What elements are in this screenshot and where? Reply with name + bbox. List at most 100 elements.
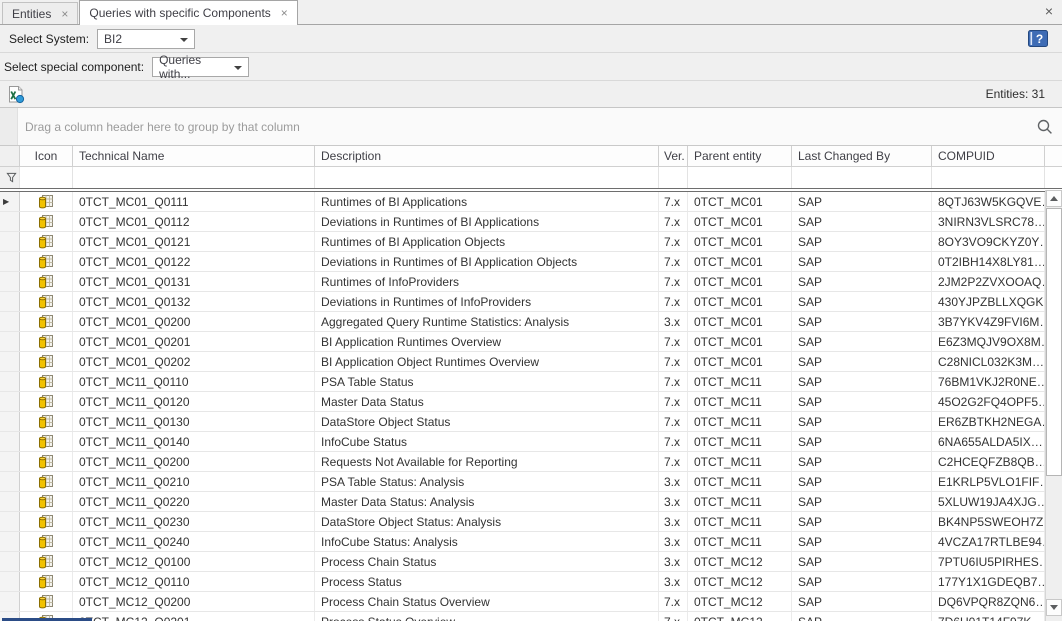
export-excel-button[interactable]: [5, 85, 25, 104]
cell-description[interactable]: BI Application Runtimes Overview: [315, 332, 659, 351]
cell-parent-entity[interactable]: 0TCT_MC11: [688, 372, 792, 391]
table-row[interactable]: ▶ 0TCT_MC11_Q0240 InfoCube Status: Analy…: [0, 532, 1062, 552]
cell-description[interactable]: Deviations in Runtimes of BI Application…: [315, 252, 659, 271]
row-indicator-cell[interactable]: ▶: [0, 492, 20, 511]
row-indicator-cell[interactable]: ▶: [0, 592, 20, 611]
cell-parent-entity[interactable]: 0TCT_MC11: [688, 492, 792, 511]
cell-technical-name[interactable]: 0TCT_MC01_Q0201: [73, 332, 315, 351]
cell-compuid[interactable]: C28NICL032K3M…: [932, 352, 1045, 371]
cell-version[interactable]: 7.x: [659, 452, 688, 471]
row-indicator-cell[interactable]: ▶: [0, 412, 20, 431]
cell-parent-entity[interactable]: 0TCT_MC01: [688, 192, 792, 211]
cell-technical-name[interactable]: 0TCT_MC12_Q0100: [73, 552, 315, 571]
cell-parent-entity[interactable]: 0TCT_MC11: [688, 432, 792, 451]
cell-technical-name[interactable]: 0TCT_MC01_Q0202: [73, 352, 315, 371]
row-indicator-cell[interactable]: ▶: [0, 292, 20, 311]
cell-technical-name[interactable]: 0TCT_MC11_Q0110: [73, 372, 315, 391]
query-icon-cell[interactable]: [20, 212, 73, 231]
table-row[interactable]: ▶ 0TCT_MC01_Q0132 Deviations in Runtimes…: [0, 292, 1062, 312]
cell-technical-name[interactable]: 0TCT_MC12_Q0201: [73, 612, 315, 621]
cell-technical-name[interactable]: 0TCT_MC01_Q0111: [73, 192, 315, 211]
cell-technical-name[interactable]: 0TCT_MC12_Q0200: [73, 592, 315, 611]
query-icon-cell[interactable]: [20, 192, 73, 211]
row-indicator-cell[interactable]: ▶: [0, 272, 20, 291]
row-indicator-cell[interactable]: ▶: [0, 512, 20, 531]
cell-technical-name[interactable]: 0TCT_MC01_Q0121: [73, 232, 315, 251]
cell-last-changed-by[interactable]: SAP: [792, 252, 932, 271]
column-header-ver[interactable]: Ver.: [659, 146, 688, 166]
cell-compuid[interactable]: C2HCEQFZB8QB…: [932, 452, 1045, 471]
table-row[interactable]: ▶ 0TCT_MC11_Q0220 Master Data Status: An…: [0, 492, 1062, 512]
query-icon-cell[interactable]: [20, 372, 73, 391]
table-row[interactable]: ▶ 0TCT_MC12_Q0100 Process Chain Status 3…: [0, 552, 1062, 572]
cell-description[interactable]: Deviations in Runtimes of InfoProviders: [315, 292, 659, 311]
cell-version[interactable]: 7.x: [659, 392, 688, 411]
query-icon-cell[interactable]: [20, 332, 73, 351]
column-header-icon[interactable]: Icon: [20, 146, 73, 166]
query-icon-cell[interactable]: [20, 432, 73, 451]
cell-description[interactable]: Aggregated Query Runtime Statistics: Ana…: [315, 312, 659, 331]
filter-cell-version[interactable]: [659, 167, 688, 188]
table-row[interactable]: ▶ 0TCT_MC11_Q0140 InfoCube Status 7.x 0T…: [0, 432, 1062, 452]
cell-version[interactable]: 7.x: [659, 412, 688, 431]
cell-compuid[interactable]: DQ6VPQR8ZQN6…: [932, 592, 1045, 611]
cell-last-changed-by[interactable]: SAP: [792, 572, 932, 591]
cell-description[interactable]: InfoCube Status: Analysis: [315, 532, 659, 551]
cell-technical-name[interactable]: 0TCT_MC11_Q0220: [73, 492, 315, 511]
cell-parent-entity[interactable]: 0TCT_MC11: [688, 392, 792, 411]
cell-parent-entity[interactable]: 0TCT_MC01: [688, 272, 792, 291]
cell-parent-entity[interactable]: 0TCT_MC01: [688, 252, 792, 271]
cell-parent-entity[interactable]: 0TCT_MC12: [688, 552, 792, 571]
cell-parent-entity[interactable]: 0TCT_MC12: [688, 612, 792, 621]
table-row[interactable]: ▶ 0TCT_MC11_Q0130 DataStore Object Statu…: [0, 412, 1062, 432]
component-combobox[interactable]: Queries with...: [152, 57, 249, 77]
cell-description[interactable]: Runtimes of InfoProviders: [315, 272, 659, 291]
cell-version[interactable]: 3.x: [659, 532, 688, 551]
row-indicator-cell[interactable]: ▶: [0, 552, 20, 571]
tab-queries-with-specific-components[interactable]: Queries with specific Components ×: [79, 0, 297, 25]
cell-last-changed-by[interactable]: SAP: [792, 432, 932, 451]
cell-version[interactable]: 7.x: [659, 592, 688, 611]
cell-last-changed-by[interactable]: SAP: [792, 192, 932, 211]
cell-compuid[interactable]: 8OY3VO9CKYZ0Y…: [932, 232, 1045, 251]
row-indicator-cell[interactable]: ▶: [0, 452, 20, 471]
table-row[interactable]: ▶ 0TCT_MC12_Q0200 Process Chain Status O…: [0, 592, 1062, 612]
cell-compuid[interactable]: 45O2G2FQ4OPF5…: [932, 392, 1045, 411]
cell-last-changed-by[interactable]: SAP: [792, 352, 932, 371]
row-indicator-cell[interactable]: ▶: [0, 532, 20, 551]
cell-technical-name[interactable]: 0TCT_MC01_Q0132: [73, 292, 315, 311]
cell-technical-name[interactable]: 0TCT_MC11_Q0240: [73, 532, 315, 551]
table-row[interactable]: ▶ 0TCT_MC01_Q0131 Runtimes of InfoProvid…: [0, 272, 1062, 292]
cell-description[interactable]: Requests Not Available for Reporting: [315, 452, 659, 471]
table-row[interactable]: ▶ 0TCT_MC01_Q0112 Deviations in Runtimes…: [0, 212, 1062, 232]
cell-version[interactable]: 7.x: [659, 252, 688, 271]
cell-compuid[interactable]: 0T2IBH14X8LY81…: [932, 252, 1045, 271]
row-indicator-cell[interactable]: ▶: [0, 472, 20, 491]
tab-entities-close-icon[interactable]: ×: [61, 8, 68, 20]
cell-last-changed-by[interactable]: SAP: [792, 512, 932, 531]
cell-compuid[interactable]: 177Y1X1GDEQB7…: [932, 572, 1045, 591]
cell-technical-name[interactable]: 0TCT_MC01_Q0122: [73, 252, 315, 271]
cell-compuid[interactable]: E1KRLP5VLO1FIF…: [932, 472, 1045, 491]
cell-compuid[interactable]: ER6ZBTKH2NEGA…: [932, 412, 1045, 431]
column-header-compuid[interactable]: COMPUID: [932, 146, 1045, 166]
cell-version[interactable]: 7.x: [659, 432, 688, 451]
query-icon-cell[interactable]: [20, 452, 73, 471]
column-header-technical-name[interactable]: Technical Name: [73, 146, 315, 166]
filter-cell-last-changed-by[interactable]: [792, 167, 932, 188]
cell-parent-entity[interactable]: 0TCT_MC01: [688, 212, 792, 231]
row-indicator-cell[interactable]: ▶: [0, 252, 20, 271]
table-row[interactable]: ▶ 0TCT_MC01_Q0122 Deviations in Runtimes…: [0, 252, 1062, 272]
cell-last-changed-by[interactable]: SAP: [792, 532, 932, 551]
cell-parent-entity[interactable]: 0TCT_MC01: [688, 332, 792, 351]
filter-cell-description[interactable]: [315, 167, 659, 188]
table-row[interactable]: ▶ 0TCT_MC01_Q0201 BI Application Runtime…: [0, 332, 1062, 352]
cell-last-changed-by[interactable]: SAP: [792, 412, 932, 431]
vertical-scrollbar[interactable]: [1045, 190, 1062, 621]
cell-description[interactable]: Runtimes of BI Applications: [315, 192, 659, 211]
tab-entities[interactable]: Entities ×: [2, 2, 78, 24]
cell-description[interactable]: Runtimes of BI Application Objects: [315, 232, 659, 251]
cell-description[interactable]: Deviations in Runtimes of BI Application…: [315, 212, 659, 231]
cell-description[interactable]: Process Status Overview: [315, 612, 659, 621]
cell-version[interactable]: 7.x: [659, 232, 688, 251]
